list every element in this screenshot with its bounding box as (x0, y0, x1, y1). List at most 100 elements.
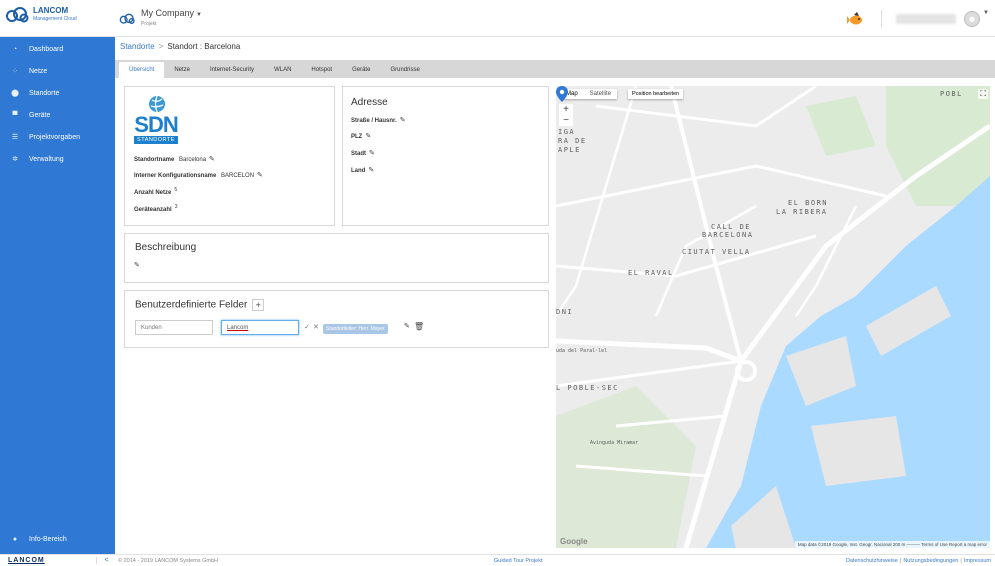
map-label-poble-sec: L POBLE-SEC (556, 384, 619, 392)
fish-icon[interactable] (847, 12, 865, 26)
map-type-control: Map Satellite (560, 89, 618, 99)
tab-netze[interactable]: Netze (164, 62, 200, 78)
footer-lancom-logo[interactable]: LANCOM (0, 557, 96, 564)
add-custom-field-button[interactable]: + (252, 299, 265, 311)
edit-country-pencil-icon[interactable]: ✎ (368, 167, 374, 174)
sliders-icon: ☰ (11, 134, 19, 141)
datenschutz-link[interactable]: Datenschutzhinweise (846, 558, 898, 564)
edit-standortname-pencil-icon[interactable]: ✎ (209, 156, 215, 163)
tab-hotspot[interactable]: Hotspot (301, 62, 342, 78)
collapse-sidebar-chevron-icon[interactable]: < (96, 557, 116, 564)
edit-position-button[interactable]: Position bearbeiten (628, 89, 684, 99)
company-name: My Company (141, 8, 195, 18)
country-label: Land (351, 168, 366, 174)
map-label-ciutat-vella: CIUTAT VELLA (682, 248, 751, 256)
sidebar-item-dashboard[interactable]: ◔ Dashboard (0, 38, 115, 60)
custom-fields-card: Benutzerdefinierte Felder + Kunden Lancom… (124, 290, 549, 348)
fullscreen-icon[interactable]: ⛶ (978, 89, 988, 99)
sdn-text: SDN (134, 112, 178, 137)
user-menu-caret-icon[interactable]: ▼ (983, 10, 989, 16)
plz-label: PLZ (351, 134, 363, 140)
dashboard-icon: ◔ (12, 45, 18, 53)
description-card: Beschreibung ✎ (124, 233, 549, 283)
footer-separator: | (960, 557, 962, 564)
tab-geraete[interactable]: Geräte (342, 62, 380, 78)
edit-tag-pencil-icon[interactable]: ✎ (404, 322, 410, 330)
delete-trash-icon[interactable]: 🗑 (414, 322, 424, 331)
footer: LANCOM < © 2014 - 2019 LANCOM Systems Gm… (0, 554, 995, 566)
edit-city-pencil-icon[interactable]: ✎ (369, 150, 375, 157)
location-marker-icon[interactable] (556, 86, 568, 102)
breadcrumb-standorte-link[interactable]: Standorte (120, 42, 155, 51)
guided-tour-link[interactable]: Guided Tour Projekt (494, 558, 794, 564)
sidebar-item-netze[interactable]: ⁘ Netze (0, 60, 115, 82)
zoom-control: + − (559, 104, 573, 126)
sidebar-item-label: Geräte (29, 111, 51, 119)
edit-description-pencil-icon[interactable]: ✎ (134, 261, 140, 269)
map-label-iga: IGA (558, 128, 576, 136)
street-field: Straße / Hausnr. ✎ (351, 116, 406, 124)
google-logo: Google (560, 537, 588, 546)
geraeteanzahl-value: 3 (174, 204, 178, 210)
confirm-check-icon[interactable]: ✓ (304, 323, 310, 331)
tab-grundrisse[interactable]: Grundrisse (380, 62, 429, 78)
description-title: Beschreibung (135, 242, 197, 253)
city-field: Stadt ✎ (351, 149, 375, 157)
cloud-logo-icon (6, 7, 29, 23)
footer-copyright: © 2014 - 2019 LANCOM Systems GmbH (118, 557, 219, 564)
breadcrumb: Standorte > Standort : Barcelona (120, 42, 240, 51)
cancel-x-icon[interactable]: ✕ (313, 323, 319, 331)
impressum-link[interactable]: Impressum (964, 558, 991, 564)
devices-icon: ▀ (12, 111, 18, 119)
location-pin-icon: ⬤ (11, 90, 19, 97)
tab-bar: Übersicht Netze Internet-Security WLAN H… (115, 60, 995, 78)
anzahl-netze-label: Anzahl Netze (134, 190, 172, 196)
map-label-el-raval: EL RAVAL (628, 269, 674, 277)
sidebar-item-label: Info-Bereich (29, 535, 67, 543)
edit-plz-pencil-icon[interactable]: ✎ (365, 133, 371, 140)
map-label-aple: APLE (558, 146, 581, 154)
logo-title: LANCOM (33, 6, 69, 15)
address-card: Adresse Straße / Hausnr. ✎ PLZ ✎ Stadt ✎ La… (342, 86, 549, 226)
map-type-satellite-button[interactable]: Satellite (584, 89, 617, 99)
caret-down-icon: ▼ (196, 12, 202, 18)
tab-wlan[interactable]: WLAN (264, 62, 301, 78)
sidebar-item-geraete[interactable]: ▀ Geräte (0, 104, 115, 126)
map-label-el-born: EL BORN (788, 199, 829, 207)
map-label-ra-de: RA DE (558, 137, 587, 145)
tab-internet-security[interactable]: Internet-Security (200, 62, 264, 78)
map-attribution: Map data ©2019 Google, Inst. Geogr. Naci… (794, 541, 990, 548)
nutzungsbedingungen-link[interactable]: Nutzungsbedingungen (903, 558, 958, 564)
location-map[interactable]: Map Satellite Position bearbeiten + − ⛶ … (556, 86, 990, 548)
map-label-dni: DNI (556, 308, 574, 316)
map-canvas[interactable] (556, 86, 990, 548)
custom-field-key-input[interactable]: Kunden (135, 320, 213, 335)
geraeteanzahl-field: Geräteanzahl 3 (134, 204, 177, 213)
map-label-la-ribera: LA RIBERA (776, 208, 828, 216)
custom-field-value-input[interactable]: Lancom (221, 320, 299, 335)
lancom-logo[interactable]: LANCOM Management Cloud (5, 6, 77, 24)
tab-uebersicht[interactable]: Übersicht (119, 62, 165, 78)
sidebar-item-label: Netze (29, 67, 48, 75)
footer-links: Datenschutzhinweise | Nutzungsbedingungen |… (846, 558, 995, 564)
sidebar-item-projektvorgaben[interactable]: ☰ Projektvorgaben (0, 126, 115, 148)
edit-konfigname-pencil-icon[interactable]: ✎ (257, 172, 263, 179)
zoom-in-button[interactable]: + (559, 104, 573, 115)
sidebar-item-verwaltung[interactable]: ✲ Verwaltung (0, 148, 115, 170)
standortleiter-tag: Standortleiter: Herr. Mayer (323, 324, 388, 334)
avatar[interactable]: ☻ (964, 11, 981, 27)
user-name[interactable] (896, 14, 957, 24)
zoom-out-button[interactable]: − (559, 115, 573, 126)
sidebar-item-label: Projektvorgaben (29, 133, 80, 141)
custom-fields-title: Benutzerdefinierte Felder (135, 299, 248, 311)
edit-street-pencil-icon[interactable]: ✎ (400, 117, 406, 124)
sidebar-item-label: Verwaltung (29, 155, 64, 163)
network-icon: ⁘ (12, 68, 18, 75)
globe-icon (149, 95, 165, 113)
sidebar-item-label: Dashboard (29, 45, 64, 53)
sidebar-item-standorte[interactable]: ⬤ Standorte (0, 82, 115, 104)
company-selector[interactable]: My Company ▼ Projekt (118, 9, 202, 29)
map-label-barcelona: BARCELONA (702, 231, 754, 239)
konfigname-label: Interner Konfigurationsname (134, 173, 217, 179)
sidebar-item-info-bereich[interactable]: ● Info-Bereich (0, 528, 115, 550)
